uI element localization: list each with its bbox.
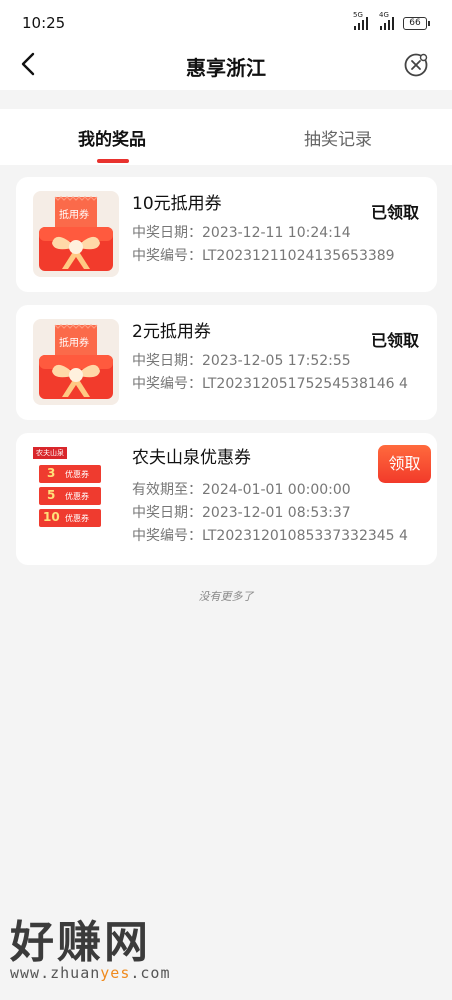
prize-title: 10元抵用券 bbox=[132, 194, 222, 214]
no-more-text: 没有更多了 bbox=[198, 590, 254, 603]
brand-label: 农夫山泉 bbox=[33, 447, 67, 459]
claim-button[interactable]: 领取 bbox=[378, 445, 431, 483]
watermark: 好赚网 www.zhuanyes.com bbox=[10, 917, 171, 983]
win-number: 中奖编号：LT20231205175254538146 4 bbox=[132, 376, 408, 392]
tab-bar: 我的奖品 抽奖记录 bbox=[0, 109, 452, 165]
claimed-status: 已领取 bbox=[370, 331, 419, 350]
red-envelope-image: 抵用券 bbox=[33, 319, 119, 405]
win-number: 中奖编号：LT20231211024135653389 bbox=[132, 248, 395, 264]
network-label: 5G bbox=[353, 11, 363, 19]
prize-card[interactable]: 抵用券 10元抵用券 中奖日期：2023-12-11 10:24:14 中奖编号… bbox=[16, 177, 437, 292]
prize-card[interactable]: 抵用券 2元抵用券 中奖日期：2023-12-05 17:52:55 中奖编号：… bbox=[16, 305, 437, 420]
active-tab-indicator bbox=[97, 159, 129, 163]
valid-until: 有效期至：2024-01-01 00:00:00 bbox=[132, 482, 351, 498]
watermark-text: 好赚网 bbox=[10, 917, 151, 968]
coupon-strip: 3 优惠券 bbox=[39, 465, 101, 483]
claimed-status: 已领取 bbox=[370, 203, 419, 222]
prize-title: 农夫山泉优惠券 bbox=[132, 448, 251, 468]
prize-card[interactable]: 农夫山泉 3 优惠券 5 优惠券 10 优惠券 农夫山泉优惠券 有效期至：202… bbox=[16, 433, 437, 565]
page-title: 惠享浙江 bbox=[186, 56, 266, 80]
prize-title: 2元抵用券 bbox=[132, 322, 211, 342]
win-date: 中奖日期：2023-12-11 10:24:14 bbox=[132, 225, 351, 241]
tab-draw-records[interactable]: 抽奖记录 bbox=[304, 125, 372, 150]
win-date: 中奖日期：2023-12-05 17:52:55 bbox=[132, 353, 351, 369]
coupon-thumbnail: 农夫山泉 3 优惠券 5 优惠券 10 优惠券 bbox=[33, 447, 103, 531]
close-icon[interactable] bbox=[403, 52, 429, 78]
win-date: 中奖日期：2023-12-01 08:53:37 bbox=[132, 505, 351, 521]
signal-icon: 4G bbox=[379, 11, 394, 30]
thumb-label: 抵用券 bbox=[59, 338, 89, 349]
signal-icon: 5G bbox=[353, 11, 368, 30]
status-time: 10:25 bbox=[22, 14, 66, 32]
thumb-label: 抵用券 bbox=[59, 210, 89, 221]
nav-bar: 惠享浙江 bbox=[0, 40, 452, 90]
network-label: 4G bbox=[379, 11, 389, 19]
red-envelope-image: 抵用券 bbox=[33, 191, 119, 277]
win-number: 中奖编号：LT20231201085337332345 4 bbox=[132, 528, 408, 544]
coupon-strip: 5 优惠券 bbox=[39, 487, 101, 505]
battery-icon: 66 bbox=[403, 17, 430, 30]
coupon-strip: 10 优惠券 bbox=[39, 509, 101, 527]
tab-my-prizes[interactable]: 我的奖品 bbox=[78, 125, 146, 150]
watermark-url: www.zhuanyes.com bbox=[10, 964, 171, 982]
